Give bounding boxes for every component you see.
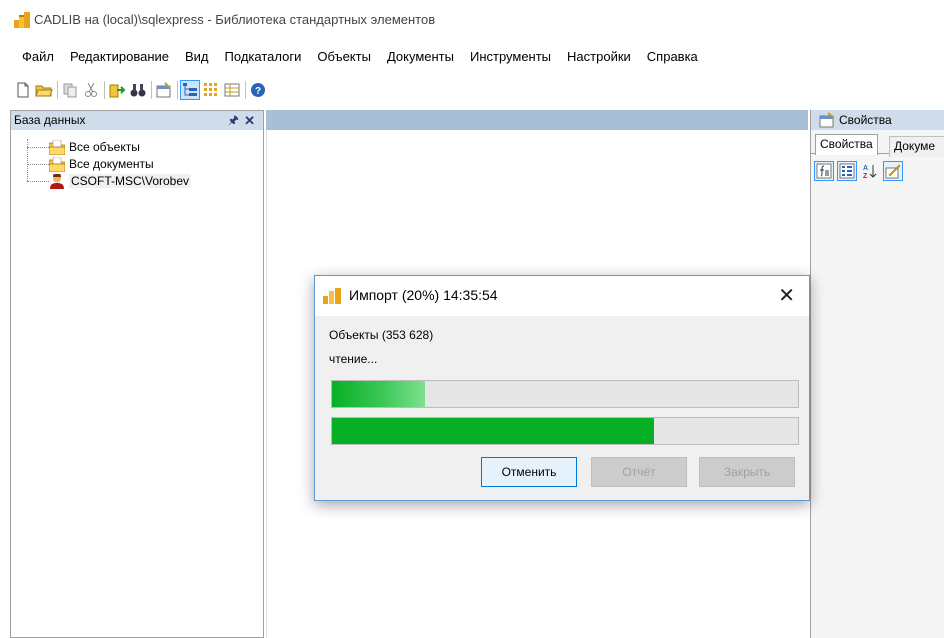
new-file-icon[interactable] [14,81,32,99]
toolbar-separator [151,81,152,99]
database-panel-title: База данных [14,113,86,127]
sort-alphabetical-icon[interactable]: AZ [861,162,879,180]
svg-text:?: ? [255,86,261,97]
menu-view[interactable]: Вид [177,46,217,68]
tab-documents[interactable]: Докуме [889,136,944,157]
properties-tabs: Свойства Докуме [811,132,944,157]
folder-documents-icon [49,157,65,172]
copy-icon[interactable] [61,81,79,99]
properties-icon[interactable] [155,81,173,99]
import-progress-bar [331,417,799,445]
menu-objects[interactable]: Объекты [309,46,379,68]
help-icon[interactable]: ? [249,81,267,99]
import-dialog: Импорт (20%) 14:35:54 ✕ Объекты (353 628… [314,275,810,501]
database-tree: Все объекты Все документы CSOFT-MSC\Voro… [19,139,192,190]
menu-settings[interactable]: Настройки [559,46,639,68]
grid-view-icon[interactable] [202,81,220,99]
menu-tools[interactable]: Инструменты [462,46,559,68]
menu-help[interactable]: Справка [639,46,706,68]
report-button[interactable]: Отчёт [591,457,687,487]
formula-icon[interactable] [814,161,834,181]
tree-item-label: Все объекты [69,140,140,154]
cancel-button[interactable]: Отменить [481,457,577,487]
properties-panel-header: Свойства [811,110,944,130]
toolbar-separator [245,81,246,99]
user-icon [50,174,64,189]
window-title: CADLIB на (local)\sqlexpress - Библиотек… [34,12,436,27]
close-icon[interactable]: ✕ [778,284,795,306]
tree-connector [27,181,49,182]
categorized-view-icon[interactable] [837,161,857,181]
tree-connector [27,164,49,165]
import-icon[interactable] [108,81,126,99]
tree-item-all-objects[interactable]: Все объекты [19,139,191,156]
table-view-icon[interactable] [223,81,241,99]
menu-subcatalogs[interactable]: Подкаталоги [217,46,310,68]
objects-count-label: Объекты (353 628) [329,328,434,342]
close-button[interactable]: Закрыть [699,457,795,487]
pin-icon[interactable]: 🖈 [228,111,239,130]
tab-properties[interactable]: Свойства [815,134,878,155]
menu-documents[interactable]: Документы [379,46,462,68]
tree-item-label: CSOFT-MSC\Vorobev [69,174,192,188]
tree-item-label: Все документы [69,157,154,171]
tree-item-user[interactable]: CSOFT-MSC\Vorobev [19,173,192,190]
database-panel: База данных 🖈 ✕ Все объекты Все документ… [10,110,264,638]
toolbar-separator [57,81,58,99]
menu-edit[interactable]: Редактирование [62,46,177,68]
tree-view-icon[interactable] [180,80,200,100]
folder-objects-icon [49,140,65,155]
svg-text:A: A [863,165,868,172]
edit-properties-icon[interactable] [883,161,903,181]
open-folder-icon[interactable] [35,81,53,99]
marquee-progress-fill [332,381,426,407]
properties-panel: Свойства Свойства Докуме AZ [810,110,944,638]
svg-text:Z: Z [863,173,868,180]
import-dialog-titlebar: Импорт (20%) 14:35:54 ✕ [315,276,809,316]
document-area-header [266,110,808,130]
database-panel-header: База данных 🖈 ✕ [11,111,263,130]
properties-icon [819,112,835,128]
tree-item-all-documents[interactable]: Все документы [19,156,191,173]
properties-toolbar: AZ [814,161,907,181]
import-progress-fill [332,418,654,444]
window-titlebar: CADLIB на (local)\sqlexpress - Библиотек… [0,0,944,38]
import-dialog-title: Импорт (20%) 14:35:54 [349,287,498,303]
cadlib-app-icon [14,12,30,28]
toolbar-separator [177,81,178,99]
cadlib-app-icon [323,288,341,304]
close-panel-icon[interactable]: ✕ [244,111,255,130]
menu-file[interactable]: Файл [14,46,62,68]
main-toolbar: ? [0,78,270,102]
properties-panel-title: Свойства [839,113,892,127]
menu-bar: Файл Редактирование Вид Подкаталоги Объе… [0,46,706,68]
binoculars-search-icon[interactable] [129,81,147,99]
cut-icon[interactable] [82,81,100,99]
tree-connector [27,147,49,148]
toolbar-separator [104,81,105,99]
marquee-progress-bar [331,380,799,408]
import-status-label: чтение... [329,352,378,366]
